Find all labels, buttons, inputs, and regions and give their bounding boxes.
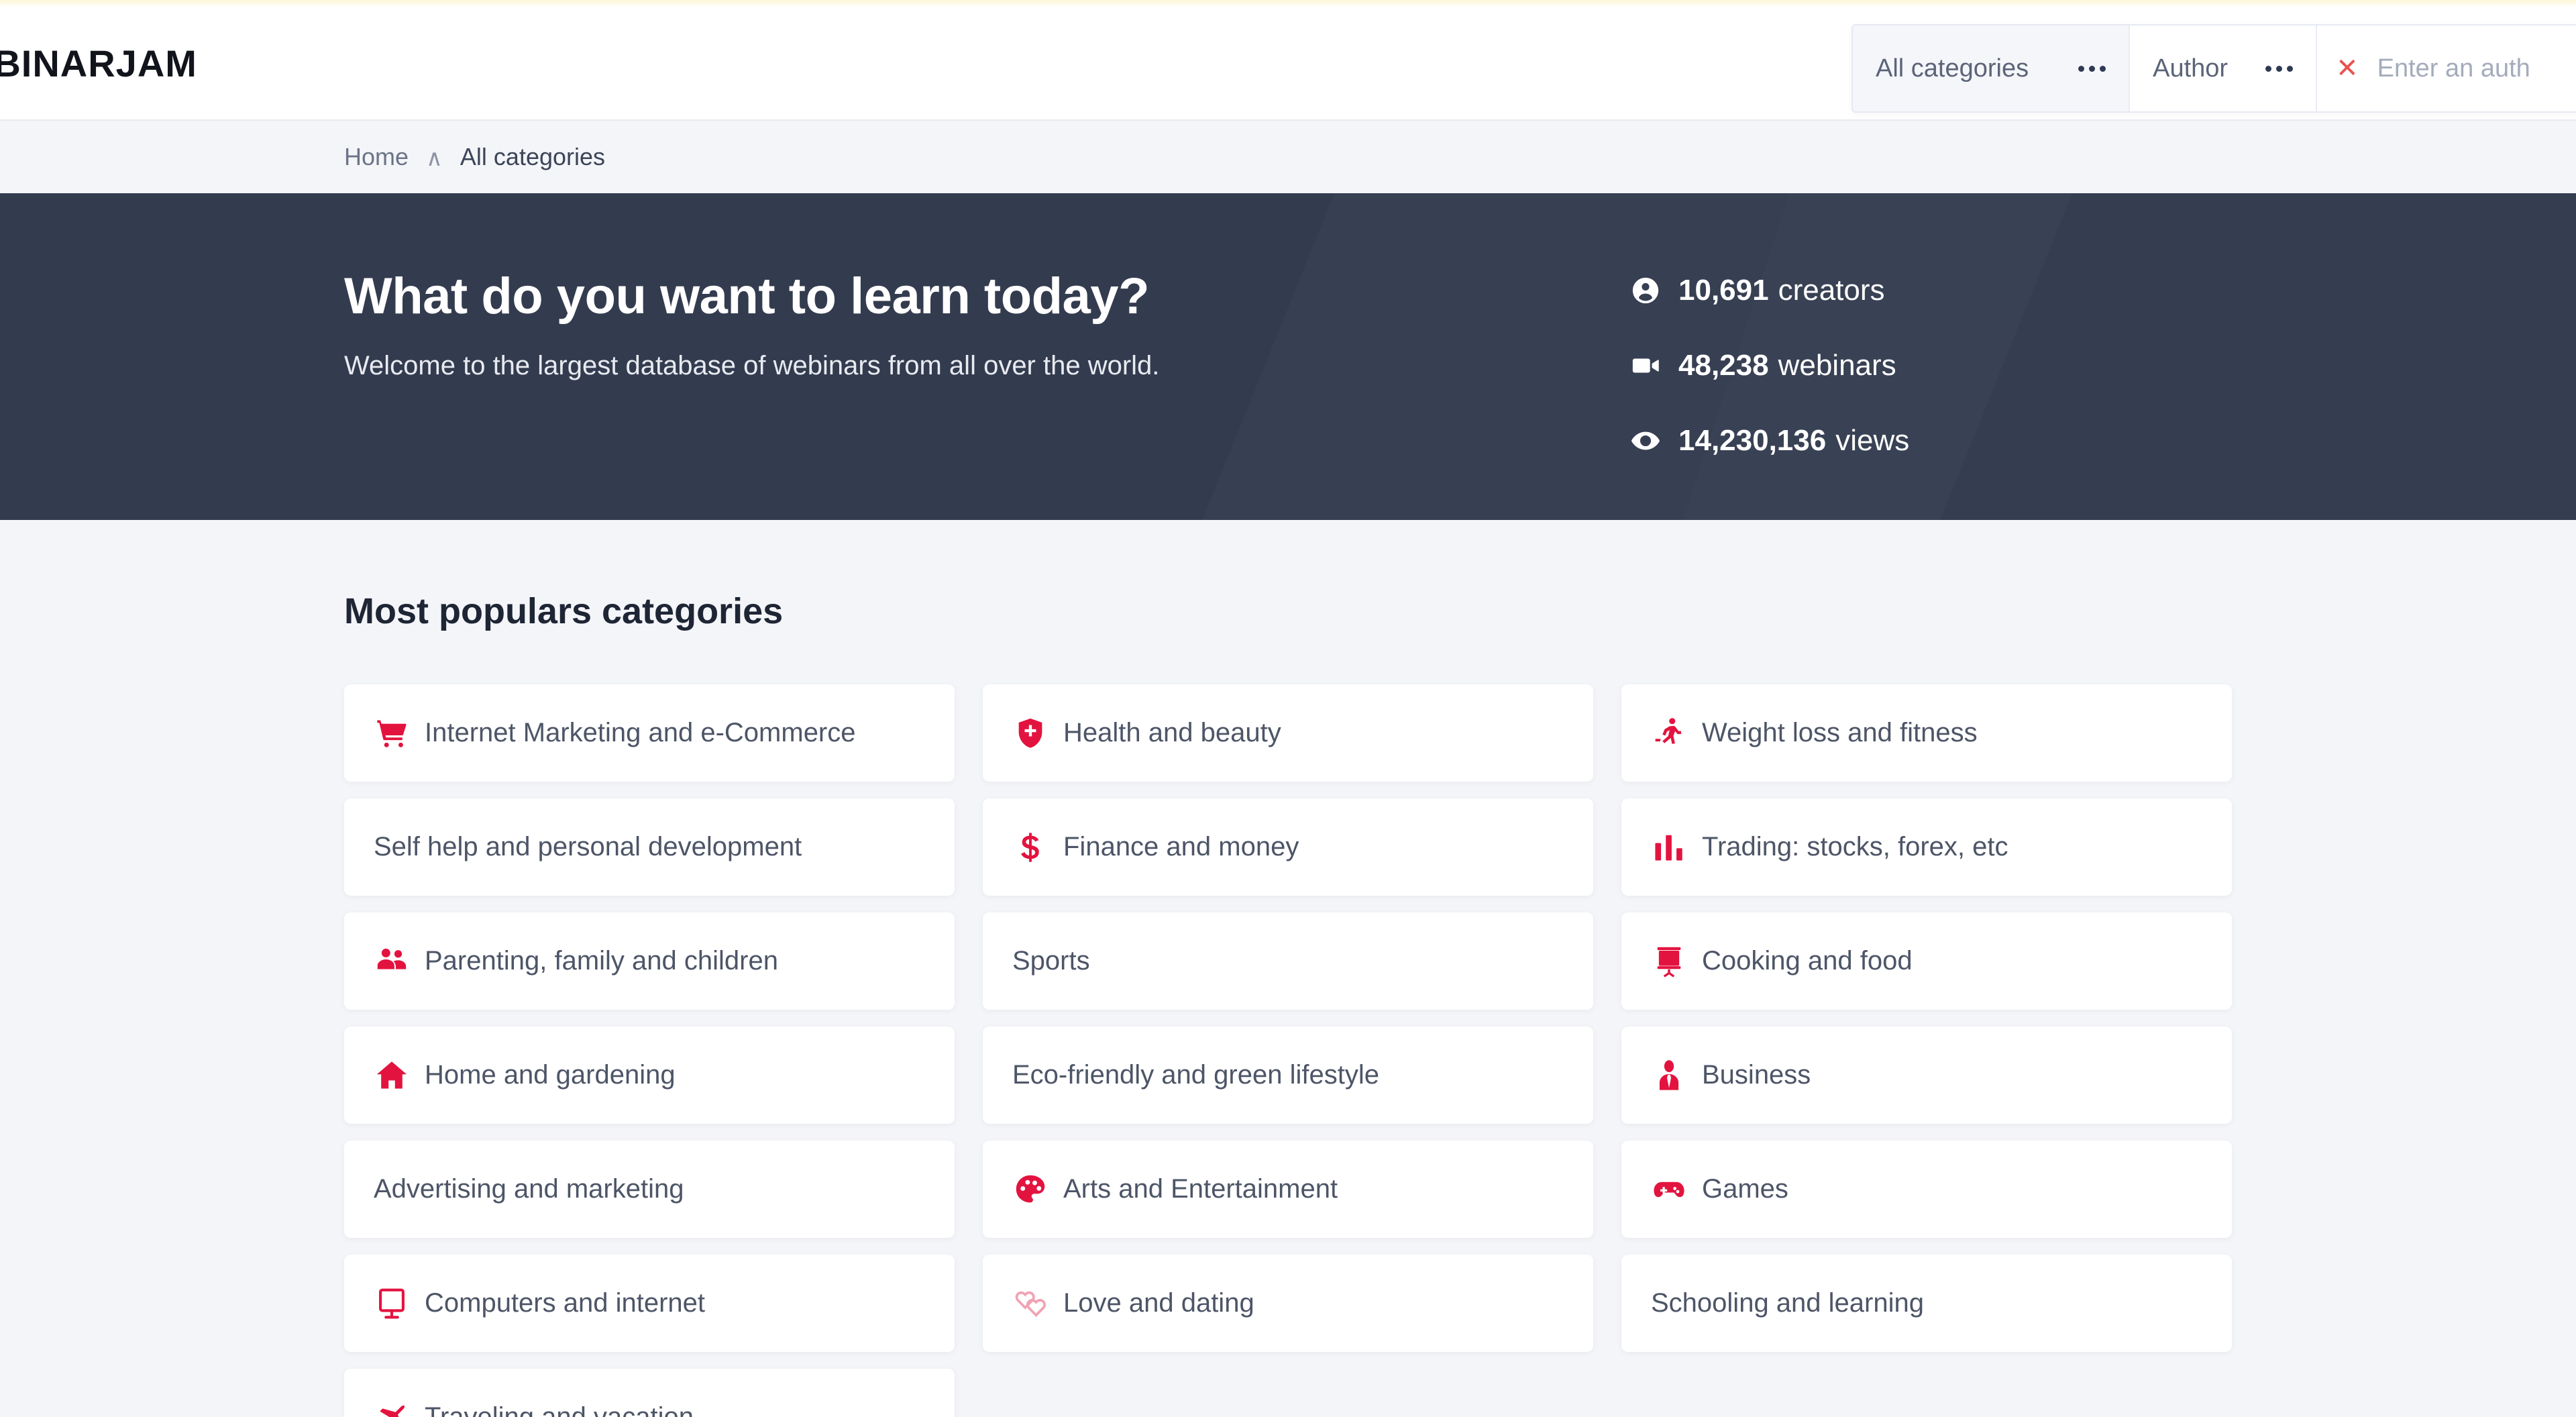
site-header: EBINARJAM All categories Author ✕ <box>0 7 2576 121</box>
category-card[interactable]: Cooking and food <box>1621 912 2232 1010</box>
stat-creators: 10,691 creators <box>1630 266 1909 315</box>
category-card-label: Traveling and vacation <box>425 1402 694 1417</box>
category-card-label: Health and beauty <box>1063 718 1281 747</box>
two-hearts-icon <box>1012 1285 1049 1322</box>
stat-creators-value: 10,691 <box>1678 274 1769 307</box>
stat-webinars: 48,238 webinars <box>1630 341 1909 390</box>
ellipsis-icon[interactable] <box>2078 65 2106 72</box>
category-card[interactable]: Self help and personal development <box>344 798 955 896</box>
airplane-icon <box>374 1400 410 1417</box>
stat-views: 14,230,136 views <box>1630 416 1909 466</box>
stat-views-value: 14,230,136 <box>1678 424 1827 457</box>
hero-subtitle: Welcome to the largest database of webin… <box>344 351 1160 380</box>
category-card[interactable]: Business <box>1621 1027 2232 1124</box>
hero-title: What do you want to learn today? <box>344 268 1150 325</box>
people-group-icon <box>374 943 410 980</box>
category-card[interactable]: Traveling and vacation <box>344 1369 955 1417</box>
category-card-label: Business <box>1702 1060 1811 1090</box>
author-filter-label: Author <box>2153 54 2229 83</box>
category-card[interactable]: Computers and internet <box>344 1255 955 1352</box>
category-card[interactable]: Games <box>1621 1141 2232 1238</box>
breadcrumb: Home ∧ All categories <box>0 121 2576 194</box>
category-card-label: Arts and Entertainment <box>1063 1174 1338 1204</box>
category-card-label: Computers and internet <box>425 1288 706 1318</box>
category-card-label: Love and dating <box>1063 1288 1254 1318</box>
category-card-label: Sports <box>1012 946 1090 976</box>
category-card-label: Internet Marketing and e-Commerce <box>425 718 856 747</box>
monitor-icon <box>374 1285 410 1322</box>
user-circle-icon <box>1630 275 1661 306</box>
close-x-icon[interactable]: ✕ <box>2336 55 2359 82</box>
stat-webinars-value: 48,238 <box>1678 349 1769 382</box>
category-card-label: Parenting, family and children <box>425 946 778 976</box>
author-search-field-wrap: ✕ <box>2317 25 2576 111</box>
category-card[interactable]: Home and gardening <box>344 1027 955 1124</box>
gamepad-icon <box>1651 1171 1687 1208</box>
category-card-label: Weight loss and fitness <box>1702 718 1978 747</box>
presentation-board-icon <box>1651 943 1687 980</box>
category-card-label: Cooking and food <box>1702 946 1913 976</box>
house-icon <box>374 1057 410 1094</box>
category-card-label: Schooling and learning <box>1651 1288 1924 1318</box>
category-card-label: Self help and personal development <box>374 832 802 861</box>
browser-notification-strip <box>0 0 2576 7</box>
eye-icon <box>1630 425 1661 456</box>
category-filter-label: All categories <box>1876 54 2029 83</box>
category-card[interactable]: Schooling and learning <box>1621 1255 2232 1352</box>
hero-text-block: What do you want to learn today? Welcome… <box>344 267 1159 381</box>
dollar-sign-icon <box>1012 829 1049 865</box>
ellipsis-icon[interactable] <box>2265 65 2294 72</box>
category-card[interactable]: Finance and money <box>983 798 1593 896</box>
category-card[interactable]: Sports <box>983 912 1593 1010</box>
category-card[interactable]: Parenting, family and children <box>344 912 955 1010</box>
video-camera-icon <box>1630 350 1661 381</box>
hero-stats: 10,691 creators 48,238 webinars 14,230,1… <box>1630 266 1909 466</box>
bar-chart-icon <box>1651 829 1687 865</box>
category-card-label: Home and gardening <box>425 1060 676 1090</box>
chevron-up-icon: ∧ <box>426 146 443 171</box>
category-card[interactable]: Advertising and marketing <box>344 1141 955 1238</box>
category-card-label: Finance and money <box>1063 832 1299 861</box>
search-bar: All categories Author ✕ <box>1851 24 2576 113</box>
category-card[interactable]: Trading: stocks, forex, etc <box>1621 798 2232 896</box>
category-card[interactable]: Love and dating <box>983 1255 1593 1352</box>
breadcrumb-home-link[interactable]: Home <box>344 143 409 171</box>
category-card[interactable]: Health and beauty <box>983 684 1593 782</box>
hero-banner: What do you want to learn today? Welcome… <box>0 193 2576 520</box>
author-filter-tab[interactable]: Author <box>2130 25 2318 111</box>
palette-icon <box>1012 1171 1049 1208</box>
page-root: EBINARJAM All categories Author ✕ Home ∧… <box>0 0 2576 1417</box>
category-grid: Internet Marketing and e-Commerce Health … <box>344 684 2251 1417</box>
shopping-cart-icon <box>374 715 410 751</box>
site-logo[interactable]: EBINARJAM <box>0 42 197 85</box>
running-person-icon <box>1651 715 1687 751</box>
author-search-input[interactable] <box>2375 53 2576 84</box>
stat-creators-label: creators <box>1778 274 1885 307</box>
category-card[interactable]: Weight loss and fitness <box>1621 684 2232 782</box>
category-filter-tab[interactable]: All categories <box>1853 25 2131 111</box>
category-card-label: Games <box>1702 1174 1788 1204</box>
category-card[interactable]: Eco-friendly and green lifestyle <box>983 1027 1593 1124</box>
category-card[interactable]: Arts and Entertainment <box>983 1141 1593 1238</box>
category-card-label: Advertising and marketing <box>374 1174 684 1204</box>
category-card-label: Trading: stocks, forex, etc <box>1702 832 2008 861</box>
medical-shield-icon <box>1012 715 1049 751</box>
stat-views-label: views <box>1835 424 1910 457</box>
main-content: Most populars categories Internet Market… <box>0 520 2576 1417</box>
stat-webinars-label: webinars <box>1778 349 1896 382</box>
person-tie-icon <box>1651 1057 1687 1094</box>
category-card[interactable]: Internet Marketing and e-Commerce <box>344 684 955 782</box>
category-card-label: Eco-friendly and green lifestyle <box>1012 1060 1379 1090</box>
breadcrumb-current: All categories <box>460 143 606 170</box>
page-title: Most populars categories <box>344 591 784 631</box>
